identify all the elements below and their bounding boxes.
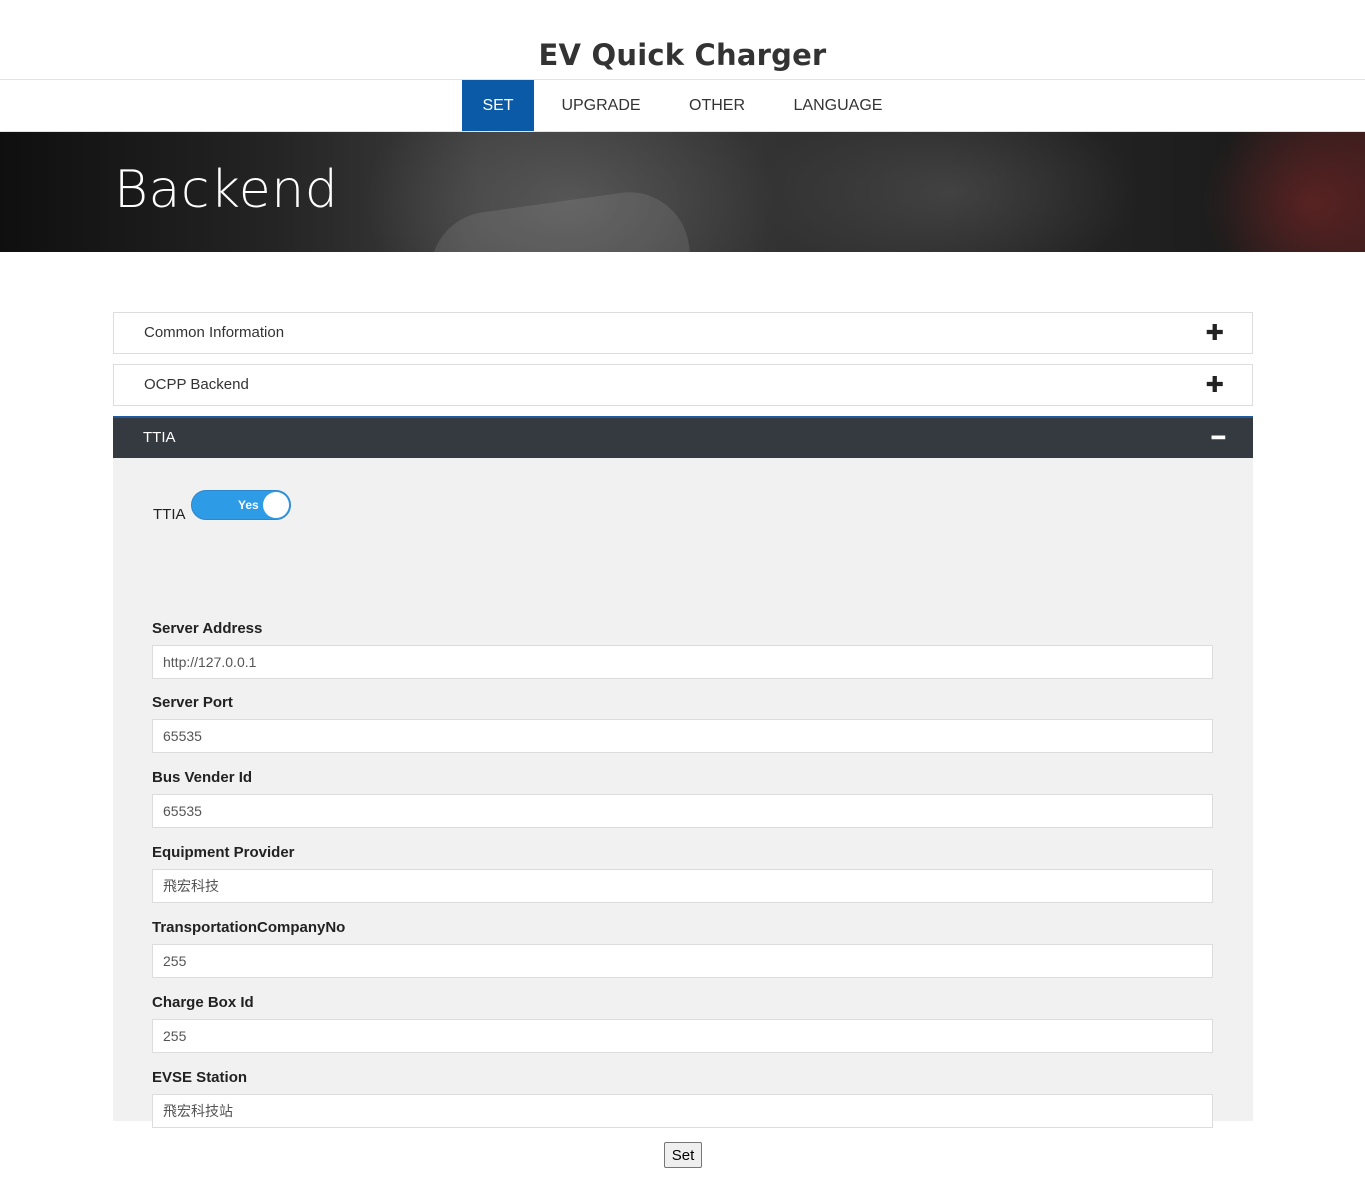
bus-vender-id-label: Bus Vender Id <box>152 769 253 786</box>
ttia-toggle-label: TTIA <box>153 506 186 523</box>
plus-icon: ✚ <box>1205 372 1224 397</box>
settings-accordion: Common Information ✚ OCPP Backend ✚ TTIA… <box>113 312 1253 1128</box>
nav-tab-upgrade[interactable]: UPGRADE <box>548 80 654 131</box>
accordion-header-ttia[interactable]: TTIA ━ <box>113 416 1253 458</box>
server-address-label: Server Address <box>152 620 263 637</box>
nav-tab-language[interactable]: LANGUAGE <box>780 80 896 131</box>
charge-box-id-label: Charge Box Id <box>152 994 254 1011</box>
transportation-company-no-input[interactable] <box>152 944 1213 978</box>
evse-station-input[interactable] <box>152 1094 1213 1128</box>
set-button[interactable]: Set <box>664 1142 702 1168</box>
accordion-header-ocpp-backend[interactable]: OCPP Backend ✚ <box>113 364 1253 406</box>
toggle-state-text: Yes <box>238 498 259 512</box>
bus-vender-id-field-group: Bus Vender Id <box>152 769 1213 828</box>
equipment-provider-label: Equipment Provider <box>152 844 295 861</box>
plus-icon: ✚ <box>1205 320 1224 345</box>
charge-box-id-field-group: Charge Box Id <box>152 994 1213 1053</box>
evse-station-label: EVSE Station <box>152 1069 248 1086</box>
hero-banner: Backend <box>0 132 1365 252</box>
equipment-provider-field-group: Equipment Provider <box>152 844 1213 903</box>
charge-box-id-input[interactable] <box>152 1019 1213 1053</box>
ttia-panel: TTIA Yes Server Address Server Port Bus … <box>113 458 1253 1128</box>
toggle-knob <box>263 492 289 518</box>
accordion-label: OCPP Backend <box>144 376 249 393</box>
hero-background-shade <box>1200 132 1365 252</box>
ttia-toggle-switch[interactable]: Yes <box>191 490 291 520</box>
main-nav: SET UPGRADE OTHER LANGUAGE <box>0 80 1365 132</box>
accordion-label: TTIA <box>143 429 176 446</box>
nav-tab-other[interactable]: OTHER <box>676 80 758 131</box>
transportation-company-no-label: TransportationCompanyNo <box>152 919 346 936</box>
server-address-input[interactable] <box>152 645 1213 679</box>
site-title: EV Quick Charger <box>538 38 827 72</box>
nav-tab-set[interactable]: SET <box>462 80 534 131</box>
equipment-provider-input[interactable] <box>152 869 1213 903</box>
server-port-field-group: Server Port <box>152 694 1213 753</box>
bus-vender-id-input[interactable] <box>152 794 1213 828</box>
server-port-label: Server Port <box>152 694 233 711</box>
page-title: Backend <box>114 160 339 220</box>
accordion-label: Common Information <box>144 324 285 341</box>
evse-station-field-group: EVSE Station <box>152 1069 1213 1128</box>
accordion-header-common-information[interactable]: Common Information ✚ <box>113 312 1253 354</box>
server-address-field-group: Server Address <box>152 620 1213 679</box>
transportation-company-no-field-group: TransportationCompanyNo <box>152 919 1213 978</box>
minus-icon: ━ <box>1211 425 1225 450</box>
site-header: EV Quick Charger <box>0 0 1365 80</box>
hero-background-shade <box>760 132 1140 252</box>
server-port-input[interactable] <box>152 719 1213 753</box>
